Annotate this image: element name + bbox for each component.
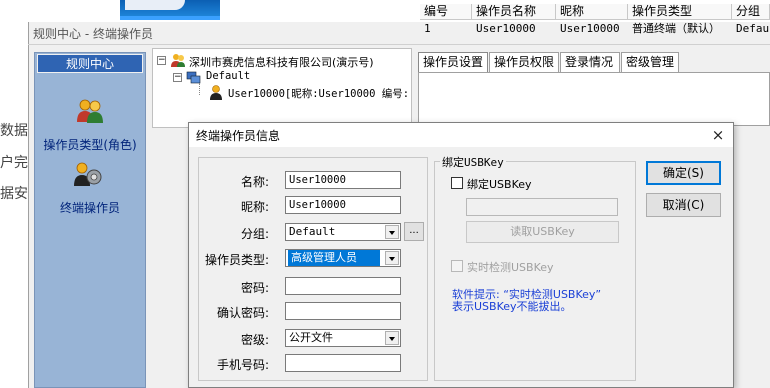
realtime-check-checkbox bbox=[451, 260, 463, 272]
name-field[interactable]: User10000 bbox=[285, 171, 401, 189]
nickname-label: 昵称: bbox=[240, 200, 269, 214]
column-header[interactable]: 操作员名称 bbox=[472, 4, 556, 20]
browse-group-button[interactable]: ... bbox=[404, 222, 424, 241]
tab-operator-permissions[interactable]: 操作员权限 bbox=[489, 52, 559, 72]
app-logo-highlight bbox=[125, 0, 185, 10]
tree-root-label[interactable]: 深圳市赛虎信息科技有限公司(演示号) bbox=[189, 54, 374, 70]
column-header[interactable]: 编号 bbox=[420, 4, 472, 20]
operator-type-value: 高级管理人员 bbox=[288, 250, 380, 266]
close-icon[interactable]: × bbox=[708, 125, 728, 145]
chevron-down-icon[interactable] bbox=[385, 331, 399, 345]
title-divider bbox=[28, 44, 770, 45]
table-cell[interactable]: User10000 bbox=[556, 21, 628, 36]
background-text-1: 数据 bbox=[0, 123, 28, 139]
chevron-down-icon[interactable] bbox=[385, 225, 399, 239]
tree-user-label[interactable]: User10000[昵称:User10000 编号: bbox=[228, 86, 409, 101]
password-field[interactable] bbox=[285, 277, 401, 295]
security-level-combo[interactable]: 公开文件 bbox=[285, 329, 401, 347]
nav-header[interactable]: 规则中心 bbox=[37, 54, 143, 73]
tree-group-label[interactable]: Default bbox=[206, 70, 250, 82]
phone-label: 手机号码: bbox=[216, 358, 269, 372]
operator-type-combo[interactable]: 高级管理人员 bbox=[285, 249, 401, 267]
password-label: 密码: bbox=[240, 281, 269, 295]
hint-text-line2: 表示USBKey不能拔出。 bbox=[452, 300, 572, 313]
group-label: 分组: bbox=[240, 227, 269, 241]
bind-usbkey-label[interactable]: 绑定USBKey bbox=[467, 176, 532, 192]
usbkey-group-title: 绑定USBKey bbox=[440, 154, 506, 170]
column-header[interactable]: 昵称 bbox=[556, 4, 628, 20]
nickname-field[interactable]: User10000 bbox=[285, 196, 401, 214]
group-combo-value: Default bbox=[289, 225, 336, 238]
table-cell[interactable]: 普通终端（默认） bbox=[628, 21, 732, 36]
security-level-value: 公开文件 bbox=[289, 331, 333, 344]
chevron-down-icon[interactable] bbox=[385, 251, 399, 265]
confirm-password-label: 确认密码: bbox=[216, 306, 269, 320]
nav-item-operator-type[interactable]: 操作员类型(角色) bbox=[34, 136, 146, 153]
table-cell[interactable]: Default bbox=[732, 21, 770, 36]
cancel-button[interactable]: 取消(C) bbox=[646, 193, 721, 217]
usbkey-value-field bbox=[466, 198, 618, 216]
tab-operator-settings[interactable]: 操作员设置 bbox=[418, 52, 488, 73]
read-usbkey-button: 读取USBKey bbox=[466, 221, 619, 243]
tab-security-level[interactable]: 密级管理 bbox=[621, 52, 679, 72]
table-cell[interactable]: User10000 bbox=[472, 21, 556, 36]
column-header[interactable]: 操作员类型 bbox=[628, 4, 732, 20]
user-icon bbox=[210, 85, 222, 100]
table-cell[interactable]: 1 bbox=[420, 21, 472, 36]
window-title: 规则中心 - 终端操作员 bbox=[33, 27, 153, 41]
nav-item-terminal-operator[interactable]: 终端操作员 bbox=[34, 199, 146, 216]
operator-type-label: 操作员类型: bbox=[204, 253, 269, 267]
phone-field[interactable] bbox=[285, 354, 401, 372]
confirm-password-field[interactable] bbox=[285, 302, 401, 320]
security-level-label: 密级: bbox=[240, 333, 269, 347]
group-combo[interactable]: Default bbox=[285, 223, 401, 241]
column-header[interactable]: 分组 bbox=[732, 4, 770, 20]
dialog-title: 终端操作员信息 bbox=[196, 129, 281, 143]
name-label: 名称: bbox=[240, 175, 269, 189]
bind-usbkey-checkbox[interactable] bbox=[451, 177, 463, 189]
operator-table[interactable] bbox=[418, 72, 770, 126]
background-text-3: 据安 bbox=[0, 186, 28, 202]
collapse-group-icon[interactable]: − bbox=[173, 73, 182, 82]
users-icon[interactable] bbox=[75, 96, 105, 126]
ok-button[interactable]: 确定(S) bbox=[646, 161, 721, 185]
tab-login-status[interactable]: 登录情况 bbox=[560, 52, 620, 72]
collapse-icon[interactable]: − bbox=[157, 56, 166, 65]
realtime-check-label: 实时检测USBKey bbox=[467, 261, 554, 274]
company-icon bbox=[171, 54, 185, 67]
background-text-2: 户完 bbox=[0, 155, 28, 171]
tree-line bbox=[199, 83, 200, 95]
user-gear-icon[interactable] bbox=[73, 160, 103, 190]
